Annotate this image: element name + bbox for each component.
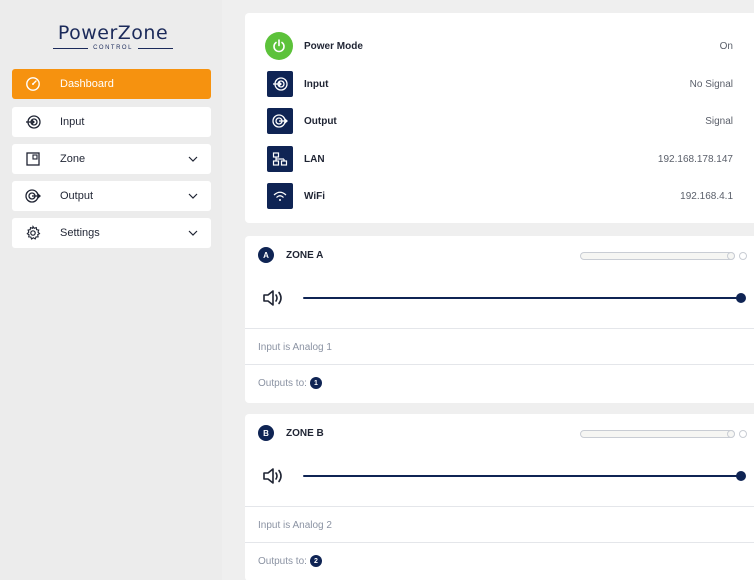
- volume-icon[interactable]: [262, 467, 284, 485]
- sidebar-item-settings[interactable]: Settings: [12, 218, 211, 248]
- output-target-icon: [25, 189, 41, 203]
- sidebar-item-label: Output: [60, 190, 94, 202]
- outputs-label: Outputs to:: [258, 377, 307, 389]
- wifi-value: 192.168.4.1: [680, 190, 733, 202]
- zone-card-a: A ZONE A Input is Analog 1 Outputs to: 1: [245, 236, 754, 403]
- status-card: Power Mode On Input No Signal Output Sig…: [245, 13, 754, 223]
- sidebar-item-dashboard[interactable]: Dashboard: [12, 69, 211, 99]
- volume-slider-thumb[interactable]: [736, 471, 746, 481]
- divider: [245, 506, 754, 507]
- volume-slider-thumb[interactable]: [736, 293, 746, 303]
- sidebar-item-label: Zone: [60, 153, 86, 165]
- sidebar-item-label: Settings: [60, 227, 100, 239]
- lan-status-icon: [267, 146, 293, 172]
- volume-icon[interactable]: [262, 289, 284, 307]
- zone-toggle-indicator: [739, 430, 747, 438]
- divider: [245, 364, 754, 365]
- status-row-input: Input No Signal: [245, 69, 754, 99]
- brand-subtitle: CONTROL: [53, 45, 173, 51]
- zone-outputs: Outputs to: 1: [258, 377, 322, 389]
- zone-toggle[interactable]: [580, 252, 735, 260]
- gear-icon: [26, 225, 41, 240]
- power-mode-label: Power Mode: [304, 40, 363, 52]
- sidebar-item-zone[interactable]: Zone: [12, 144, 211, 174]
- outputs-label: Outputs to:: [258, 555, 307, 567]
- output-label: Output: [304, 115, 337, 127]
- sidebar: PowerZone CONTROL Dashboard Input Zone O…: [0, 0, 222, 580]
- network-icon: [272, 152, 288, 166]
- chevron-down-icon[interactable]: [188, 154, 198, 164]
- input-label: Input: [304, 78, 329, 90]
- brand-logo: PowerZone CONTROL: [53, 22, 173, 51]
- volume-slider[interactable]: [303, 293, 746, 303]
- divider: [245, 328, 754, 329]
- volume-slider[interactable]: [303, 471, 746, 481]
- chevron-down-icon[interactable]: [188, 228, 198, 238]
- zone-toggle-indicator: [739, 252, 747, 260]
- status-row-power: Power Mode On: [245, 31, 754, 61]
- sidebar-item-label: Dashboard: [60, 78, 114, 90]
- status-row-wifi: WiFi 192.168.4.1: [245, 181, 754, 211]
- input-target-icon: [273, 77, 288, 91]
- wifi-status-icon: [267, 183, 293, 209]
- sidebar-item-label: Input: [60, 116, 85, 128]
- lan-label: LAN: [304, 153, 325, 165]
- status-row-output: Output Signal: [245, 106, 754, 136]
- power-mode-value: On: [719, 40, 733, 52]
- zone-title: ZONE A: [286, 249, 324, 261]
- zone-badge: A: [258, 247, 274, 263]
- zone-badge: B: [258, 425, 274, 441]
- divider: [245, 542, 754, 543]
- zone-title: ZONE B: [286, 427, 324, 439]
- zone-outputs: Outputs to: 2: [258, 555, 322, 567]
- zone-header: B ZONE B: [258, 425, 324, 441]
- zone-toggle[interactable]: [580, 430, 735, 438]
- input-status-icon: [267, 71, 293, 97]
- output-badge: 1: [309, 377, 322, 389]
- output-value: Signal: [705, 115, 733, 127]
- gauge-icon: [26, 77, 40, 91]
- sidebar-item-input[interactable]: Input: [12, 107, 211, 137]
- input-value: No Signal: [689, 78, 733, 90]
- lan-value: 192.168.178.147: [657, 153, 733, 165]
- status-row-lan: LAN 192.168.178.147: [245, 144, 754, 174]
- power-icon: [273, 39, 285, 53]
- wifi-icon: [273, 191, 287, 201]
- chevron-down-icon[interactable]: [188, 191, 198, 201]
- zone-input-text: Input is Analog 1: [258, 342, 332, 353]
- wifi-label: WiFi: [304, 190, 326, 202]
- power-button[interactable]: [265, 32, 293, 60]
- output-target-icon: [272, 114, 288, 128]
- zone-card-b: B ZONE B Input is Analog 2 Outputs to: 2: [245, 414, 754, 580]
- zone-input-text: Input is Analog 2: [258, 520, 332, 531]
- output-status-icon: [267, 108, 293, 134]
- zone-header: A ZONE A: [258, 247, 323, 263]
- input-target-icon: [26, 115, 41, 129]
- zone-square-icon: [26, 152, 40, 166]
- sidebar-item-output[interactable]: Output: [12, 181, 211, 211]
- brand-name: PowerZone: [57, 22, 169, 44]
- output-badge: 2: [309, 555, 322, 567]
